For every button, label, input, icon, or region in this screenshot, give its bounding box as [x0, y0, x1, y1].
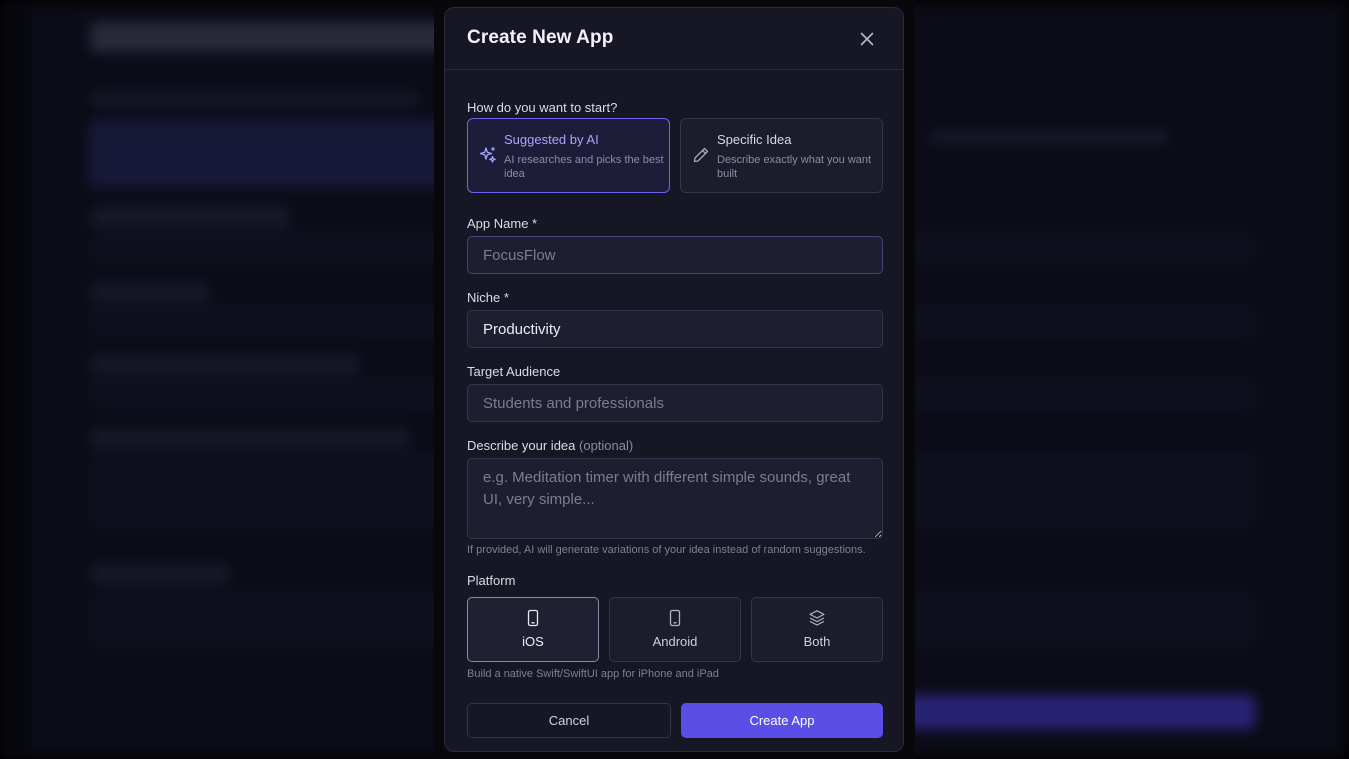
platform-label: Platform [467, 573, 516, 588]
mode-suggested-by-ai[interactable]: Suggested by AI AI researches and picks … [467, 118, 670, 193]
platform-label-text: Both [803, 634, 831, 649]
sparkles-icon [479, 146, 496, 163]
phone-icon [669, 609, 681, 627]
mode-description: Describe exactly what you want built [717, 154, 872, 180]
phone-icon [527, 609, 539, 627]
platform-label-text: Android [652, 634, 698, 649]
niche-label: Niche * [467, 290, 509, 305]
start-mode-label: How do you want to start? [467, 100, 618, 115]
idea-label-text: Describe your idea [467, 438, 576, 453]
platform-label-text: iOS [522, 634, 544, 649]
mode-description: AI researches and picks the best idea [504, 154, 664, 180]
modal-header: Create New App [445, 8, 903, 70]
pencil-icon [693, 147, 709, 163]
niche-input[interactable] [467, 310, 883, 348]
platform-both[interactable]: Both [751, 597, 883, 662]
optional-tag: (optional) [579, 438, 634, 453]
mode-title: Specific Idea [717, 132, 792, 147]
app-name-input[interactable] [467, 236, 883, 274]
target-audience-input[interactable] [467, 384, 883, 422]
mode-title: Suggested by AI [504, 132, 599, 147]
platform-ios[interactable]: iOS [467, 597, 599, 662]
create-app-button[interactable]: Create App [681, 703, 883, 738]
mode-specific-idea[interactable]: Specific Idea Describe exactly what you … [680, 118, 883, 193]
idea-hint: If provided, AI will generate variations… [467, 544, 866, 556]
idea-label: Describe your idea (optional) [467, 438, 633, 453]
platform-hint: Build a native Swift/SwiftUI app for iPh… [467, 668, 719, 680]
target-audience-label: Target Audience [467, 364, 561, 379]
modal-title: Create New App [467, 27, 614, 48]
close-button[interactable] [857, 29, 877, 49]
cancel-button[interactable]: Cancel [467, 703, 671, 738]
layers-icon [809, 610, 825, 626]
platform-android[interactable]: Android [609, 597, 741, 662]
idea-textarea[interactable] [467, 458, 883, 539]
app-name-label: App Name * [467, 216, 538, 231]
close-icon [860, 32, 874, 46]
create-app-modal: Create New App How do you want to start?… [444, 7, 904, 752]
